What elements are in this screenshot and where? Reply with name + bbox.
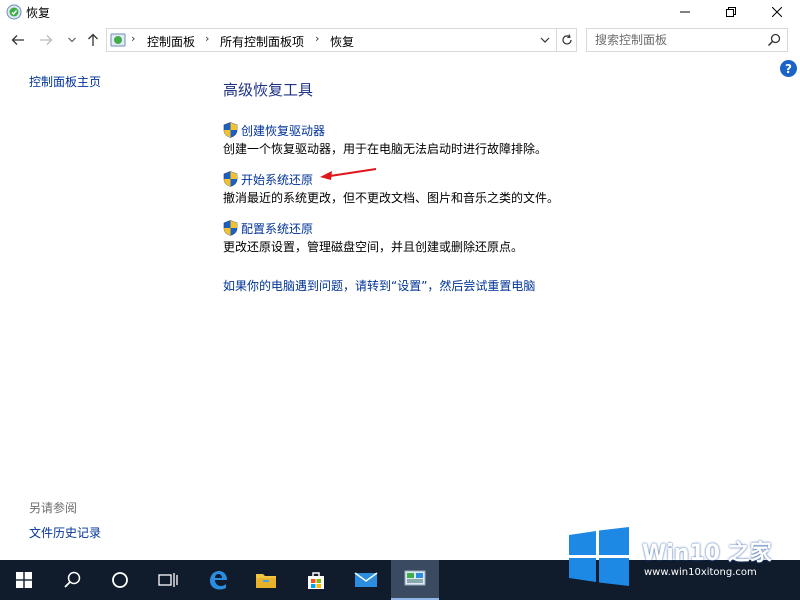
- control-panel-taskbar-button[interactable]: [391, 560, 439, 600]
- window-title: 恢复: [26, 6, 51, 20]
- annotation-arrow-icon: [320, 168, 377, 180]
- store-icon: [308, 572, 324, 589]
- address-dropdown-icon[interactable]: [538, 32, 552, 48]
- file-history-link[interactable]: 文件历史记录: [29, 524, 101, 541]
- watermark-brand: Win10 之家: [642, 541, 772, 566]
- close-icon: [772, 7, 782, 17]
- windows-logo-icon: [569, 527, 629, 586]
- address-bar[interactable]: › 控制面板 › 所有控制面板项 › 恢复: [106, 28, 557, 52]
- uac-shield-icon: [223, 122, 238, 138]
- uac-shield-icon: [223, 220, 238, 236]
- refresh-button[interactable]: [557, 28, 577, 52]
- edge-icon: [210, 571, 227, 590]
- taskbar-search-button[interactable]: [48, 560, 96, 600]
- breadcrumb-recovery[interactable]: 恢复: [330, 33, 354, 50]
- create-recovery-drive-link[interactable]: 创建恢复驱动器: [241, 122, 325, 139]
- chevron-down-icon: [68, 37, 76, 43]
- breadcrumb-separator-icon: ›: [205, 32, 210, 45]
- mail-button[interactable]: [342, 560, 390, 600]
- configure-system-restore-description: 更改还原设置，管理磁盘空间，并且创建或删除还原点。: [223, 240, 524, 254]
- store-button[interactable]: [292, 560, 340, 600]
- see-also-heading: 另请参阅: [29, 501, 78, 515]
- help-icon: ?: [785, 61, 792, 76]
- page-title: 高级恢复工具: [223, 81, 314, 99]
- close-button[interactable]: [754, 0, 800, 24]
- uac-shield-icon: [223, 171, 238, 187]
- breadcrumb-separator-icon: ›: [315, 32, 320, 45]
- cortana-icon: [112, 572, 128, 588]
- reset-pc-link[interactable]: 如果你的电脑遇到问题，请转到“设置”，然后尝试重置电脑: [223, 277, 535, 294]
- help-button[interactable]: ?: [780, 60, 797, 77]
- up-button[interactable]: [83, 30, 103, 50]
- task-view-button[interactable]: [144, 560, 192, 600]
- title-bar: 恢复: [0, 0, 800, 24]
- edge-button[interactable]: [194, 560, 242, 600]
- control-panel-icon: [404, 570, 426, 586]
- up-arrow-icon: [88, 33, 98, 46]
- create-recovery-drive-description: 创建一个恢复驱动器，用于在电脑无法启动时进行故障排除。: [223, 142, 548, 156]
- breadcrumb-separator-icon: ›: [131, 32, 136, 45]
- configure-system-restore-link[interactable]: 配置系统还原: [241, 220, 313, 237]
- forward-button[interactable]: [36, 30, 56, 50]
- control-panel-home-link[interactable]: 控制面板主页: [29, 73, 101, 90]
- search-icon[interactable]: [767, 33, 781, 47]
- file-explorer-icon: [256, 574, 276, 588]
- minimize-icon: [680, 11, 690, 13]
- forward-arrow-icon: [40, 35, 53, 45]
- search-input[interactable]: [587, 29, 765, 51]
- breadcrumb-all-items[interactable]: 所有控制面板项: [220, 33, 304, 50]
- recent-locations-button[interactable]: [62, 30, 82, 50]
- mail-icon: [354, 572, 378, 587]
- start-button[interactable]: [0, 560, 48, 600]
- back-button[interactable]: [8, 30, 28, 50]
- file-explorer-button[interactable]: [242, 560, 290, 600]
- search-box[interactable]: [586, 28, 788, 52]
- cortana-button[interactable]: [96, 560, 144, 600]
- refresh-icon: [561, 34, 572, 45]
- recovery-app-icon: [6, 4, 22, 20]
- back-arrow-icon: [11, 35, 24, 45]
- restore-icon: [726, 7, 736, 17]
- maximize-button[interactable]: [708, 0, 754, 24]
- win10-watermark: Win10 之家 www.win10xitong.com: [566, 527, 800, 587]
- navigation-bar: › 控制面板 › 所有控制面板项 › 恢复: [0, 26, 800, 54]
- control-panel-icon: [110, 33, 126, 47]
- start-system-restore-link[interactable]: 开始系统还原: [241, 171, 313, 188]
- start-icon: [16, 572, 32, 588]
- search-icon: [64, 571, 81, 588]
- breadcrumb-control-panel[interactable]: 控制面板: [147, 33, 195, 50]
- minimize-button[interactable]: [662, 0, 708, 24]
- task-view-icon: [158, 573, 178, 587]
- start-system-restore-description: 撤消最近的系统更改，但不更改文档、图片和音乐之类的文件。: [223, 191, 560, 205]
- watermark-url: www.win10xitong.com: [644, 567, 757, 578]
